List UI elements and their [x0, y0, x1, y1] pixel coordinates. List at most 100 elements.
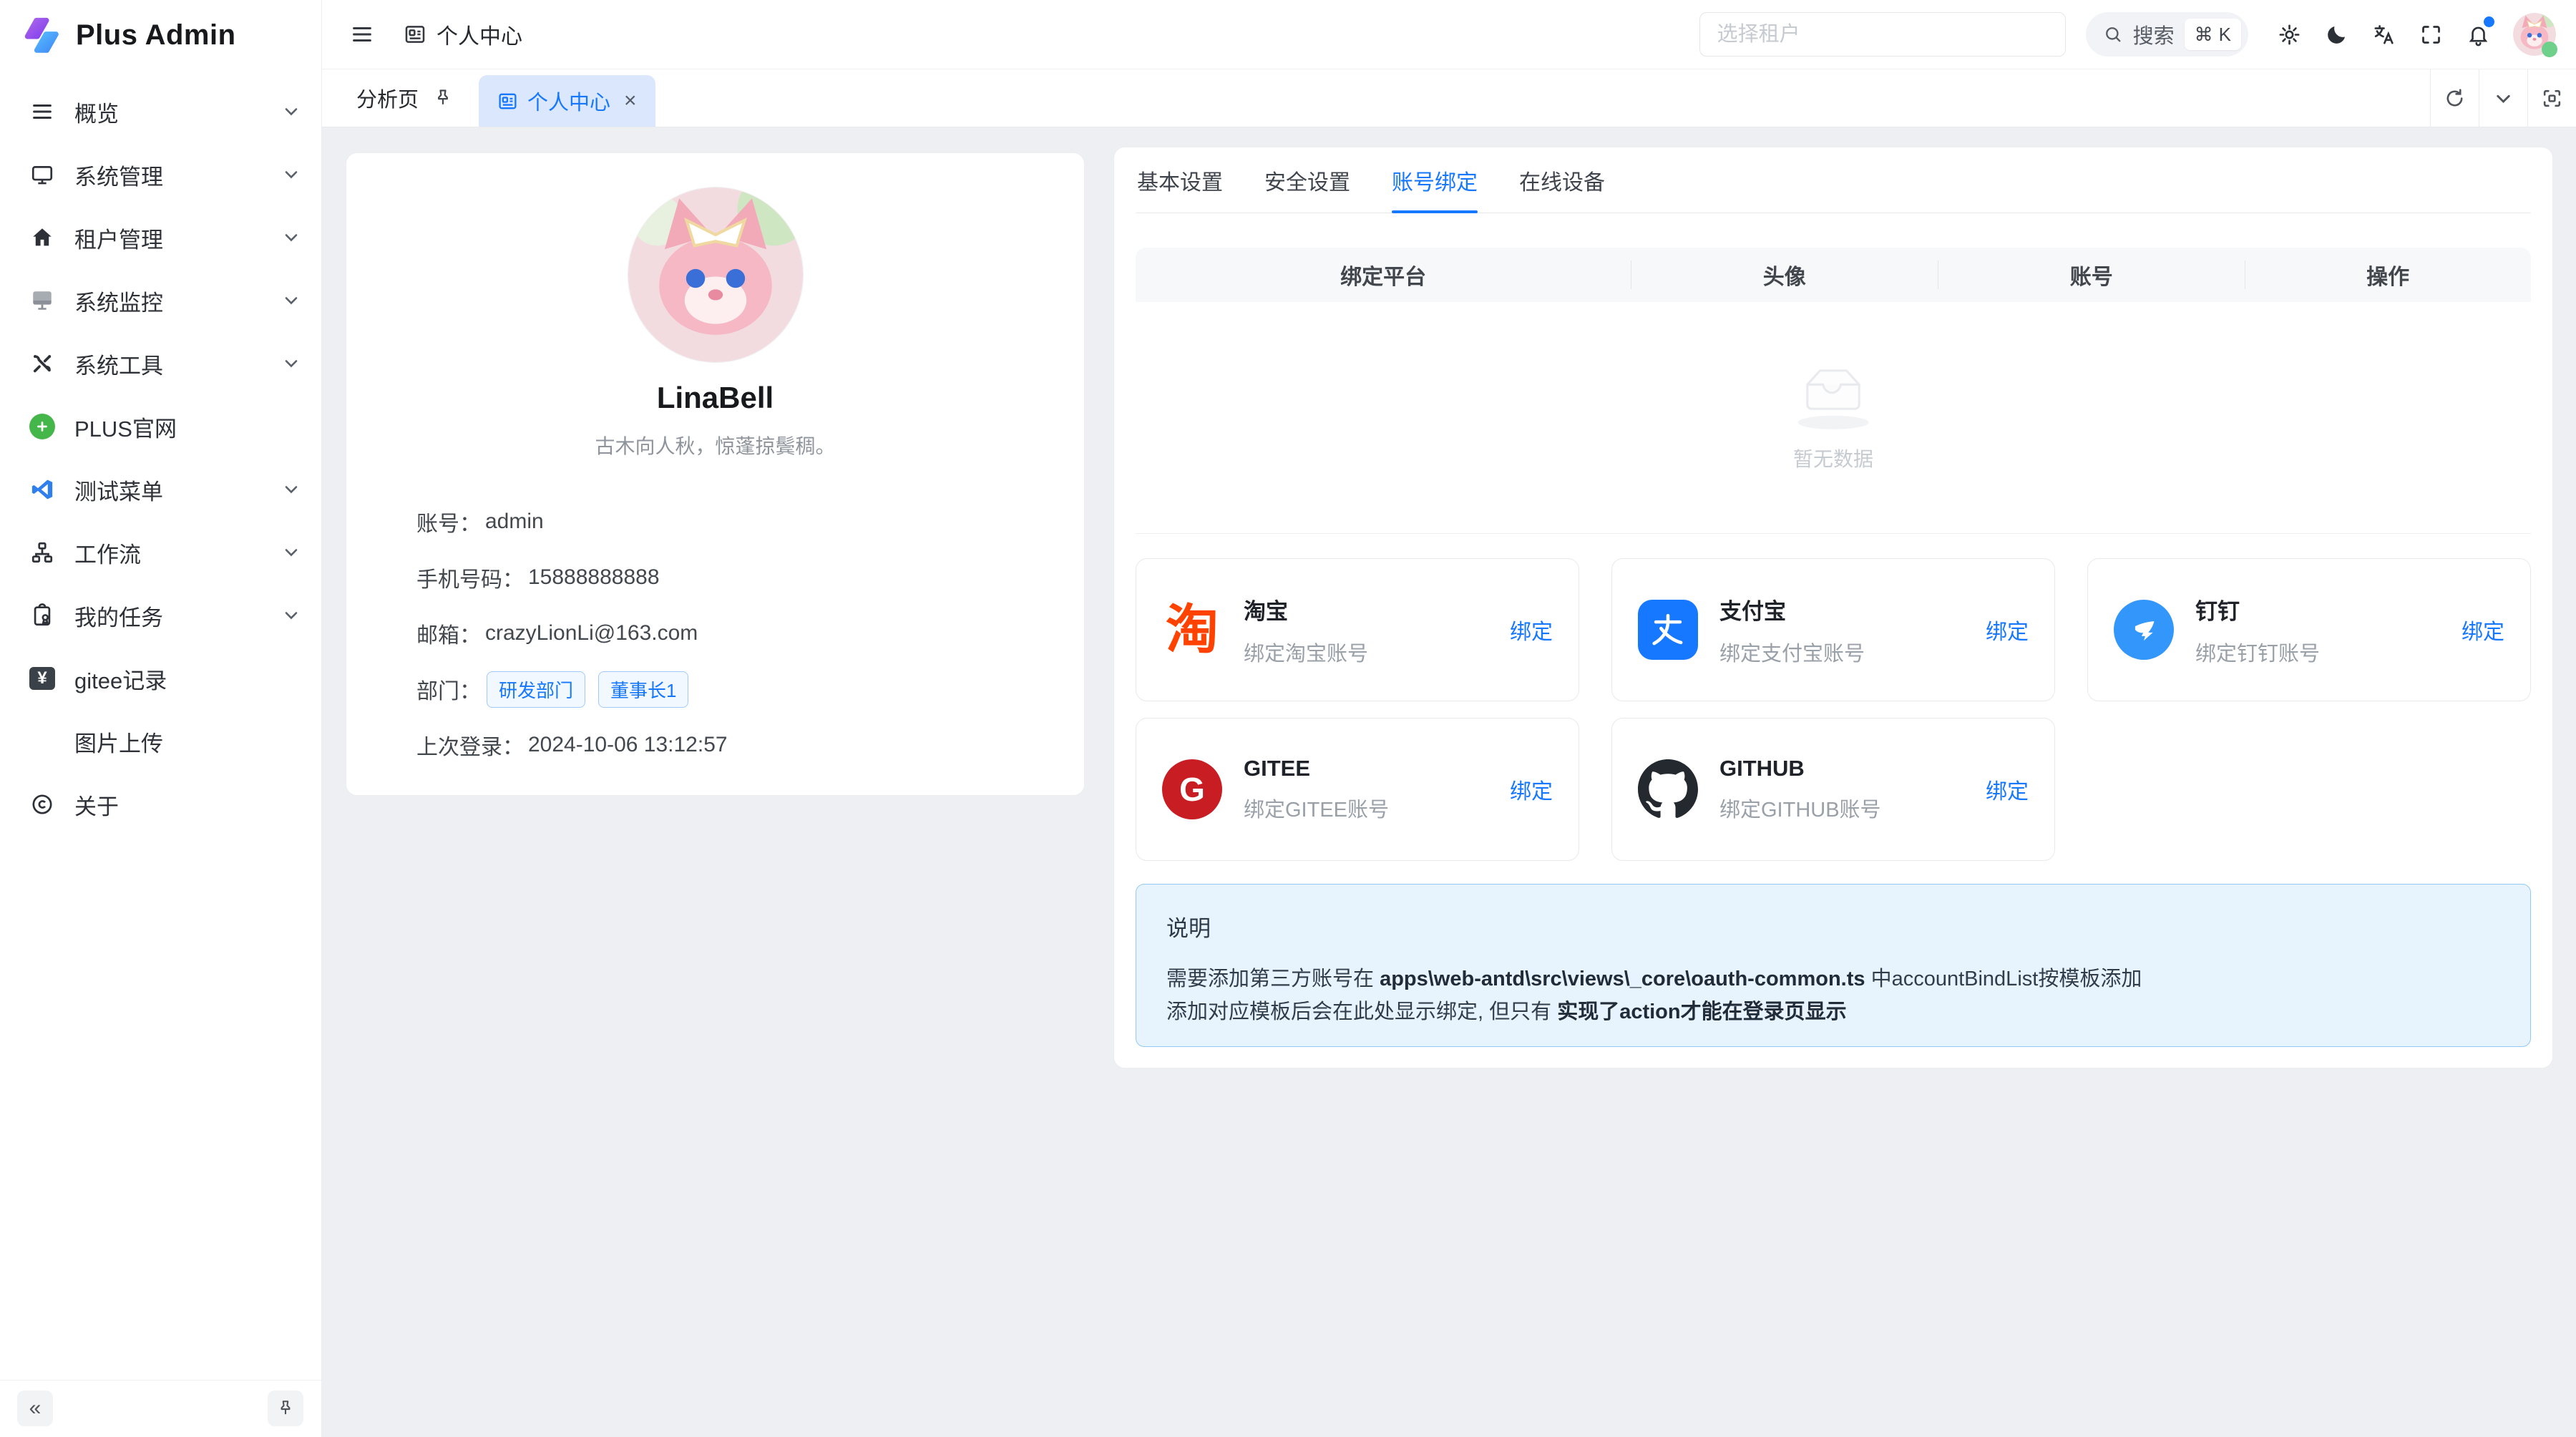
sidebar-item-about[interactable]: 关于	[0, 773, 321, 836]
settings-panel: 基本设置 安全设置 账号绑定 在线设备 绑定平台 头像 账号 操作 暂无数据	[1113, 147, 2553, 1068]
tab-label: 个人中心	[527, 86, 610, 116]
search-label: 搜索	[2133, 19, 2175, 49]
app-logo[interactable]: Plus Admin	[20, 14, 236, 56]
header: 个人中心 搜索 ⌘K	[322, 0, 2576, 69]
profile-card: LinaBell 古木向人秋，惊蓬掠鬓稠。 账号： admin 手机号码： 15…	[346, 152, 1085, 796]
tab-personal-center[interactable]: 个人中心 ×	[479, 75, 655, 127]
sidebar-item-label: 工作流	[74, 537, 141, 569]
pin-icon[interactable]	[433, 88, 453, 108]
binding-name: GITEE	[1244, 756, 1389, 781]
moon-icon	[2325, 23, 2348, 47]
sidebar-item-system-monitor[interactable]: 系统监控	[0, 269, 321, 332]
sidebar-pin-button[interactable]	[268, 1390, 303, 1426]
tab-basic-settings[interactable]: 基本设置	[1137, 147, 1223, 213]
language-button[interactable]	[2360, 11, 2407, 58]
notifications-button[interactable]	[2454, 11, 2502, 58]
tab-options-button[interactable]	[2479, 69, 2527, 127]
bind-alipay-link[interactable]: 绑定	[1986, 614, 2029, 646]
sidebar-item-workflow[interactable]: 工作流	[0, 521, 321, 584]
tab-analysis-page[interactable]: 分析页	[356, 83, 419, 113]
binding-name: 支付宝	[1719, 593, 1865, 625]
home-icon	[27, 223, 57, 253]
binding-desc: 绑定支付宝账号	[1719, 637, 1865, 667]
breadcrumb: 个人中心	[404, 19, 522, 50]
sidebar-footer: «	[0, 1380, 321, 1437]
profile-field-account: 账号： admin	[416, 494, 1048, 550]
sidebar-item-overview[interactable]: 概览	[0, 80, 321, 143]
monitor-icon	[27, 160, 57, 190]
theme-toggle-button[interactable]	[2313, 11, 2360, 58]
bind-github-link[interactable]: 绑定	[1986, 774, 2029, 805]
fullscreen-button[interactable]	[2407, 11, 2454, 58]
collapse-glyph: «	[29, 1396, 42, 1421]
sidebar-item-image-upload[interactable]: 图片上传	[0, 710, 321, 773]
note-line-2: 添加对应模板后会在此处显示绑定, 但只有 实现了action才能在登录页显示	[1166, 995, 2500, 1028]
sidebar-item-label: 图片上传	[74, 726, 163, 758]
department-tag: 董事长1	[598, 671, 688, 708]
sidebar-item-plus-website[interactable]: PLUS官网	[0, 395, 321, 458]
app-title: Plus Admin	[76, 19, 236, 52]
refresh-tab-button[interactable]	[2430, 69, 2479, 127]
tab-online-devices[interactable]: 在线设备	[1519, 147, 1605, 213]
tools-icon	[27, 349, 57, 379]
hamburger-icon	[350, 22, 374, 47]
chevron-down-icon	[281, 542, 301, 562]
tenant-select-input[interactable]	[1699, 12, 2066, 57]
settings-tabs: 基本设置 安全设置 账号绑定 在线设备	[1136, 147, 2531, 213]
sidebar-collapse-button[interactable]: «	[17, 1390, 53, 1426]
profile-avatar[interactable]	[628, 187, 803, 362]
sidebar-item-label: 系统工具	[74, 348, 163, 380]
sidebar-item-test-menu[interactable]: 测试菜单	[0, 458, 321, 521]
note-line-1: 需要添加第三方账号在 apps\web-antd\src\views\_core…	[1166, 963, 2500, 995]
chevron-down-icon	[281, 354, 301, 374]
maximize-icon	[2541, 87, 2563, 109]
taobao-icon: 淘	[1162, 600, 1222, 660]
binding-cards: 淘 淘宝 绑定淘宝账号 绑定 支付宝 绑定支付宝账号 绑定	[1136, 558, 2531, 861]
user-avatar[interactable]	[2513, 13, 2556, 56]
sidebar-item-tenant-management[interactable]: 租户管理	[0, 206, 321, 269]
empty-inbox-icon	[1790, 364, 1877, 432]
fullscreen-icon	[2419, 23, 2443, 47]
global-search-button[interactable]: 搜索 ⌘K	[2086, 12, 2248, 57]
sidebar-item-gitee-record[interactable]: ¥ gitee记录	[0, 647, 321, 710]
binding-desc: 绑定钉钉账号	[2195, 637, 2320, 667]
sidebar-item-label: 测试菜单	[74, 474, 163, 506]
alipay-icon	[1638, 600, 1698, 660]
close-icon[interactable]: ×	[624, 90, 637, 112]
binding-card-gitee: G GITEE 绑定GITEE账号 绑定	[1136, 718, 1579, 861]
profile-fields: 账号： admin 手机号码： 15888888888 邮箱： crazyLio…	[416, 494, 1048, 773]
settings-button[interactable]	[2265, 11, 2313, 58]
binding-card-taobao: 淘 淘宝 绑定淘宝账号 绑定	[1136, 558, 1579, 701]
vscode-icon	[27, 474, 57, 505]
gear-icon	[2278, 23, 2301, 47]
sidebar-toggle-button[interactable]	[342, 14, 382, 54]
bind-taobao-link[interactable]: 绑定	[1510, 614, 1553, 646]
empty-text: 暂无数据	[1793, 444, 1873, 472]
chevron-down-icon	[2492, 87, 2514, 109]
online-status-dot	[2542, 42, 2557, 57]
tab-security-settings[interactable]: 安全设置	[1264, 147, 1350, 213]
binding-desc: 绑定GITHUB账号	[1719, 793, 1881, 823]
sidebar-item-system-management[interactable]: 系统管理	[0, 143, 321, 206]
note-title: 说明	[1166, 910, 2500, 942]
chevron-down-icon	[281, 228, 301, 248]
bind-dingtalk-link[interactable]: 绑定	[2462, 614, 2504, 646]
breadcrumb-text: 个人中心	[436, 19, 522, 50]
sidebar-item-label: 租户管理	[74, 222, 163, 254]
maximize-content-button[interactable]	[2527, 69, 2576, 127]
department-tag: 研发部门	[487, 671, 585, 708]
menu-lines-icon	[27, 97, 57, 127]
binding-name: 淘宝	[1244, 593, 1368, 625]
sidebar-item-my-tasks[interactable]: 我的任务	[0, 584, 321, 647]
tab-account-binding[interactable]: 账号绑定	[1392, 147, 1478, 213]
sidebar: Plus Admin 概览 系统管理 租户管理 系统监控	[0, 0, 322, 1437]
search-shortcut-badge: ⌘K	[2185, 19, 2241, 50]
plus-circle-icon	[27, 411, 57, 442]
notification-dot	[2484, 16, 2494, 27]
binding-desc: 绑定GITEE账号	[1244, 793, 1389, 823]
pin-icon	[276, 1399, 295, 1418]
bind-gitee-link[interactable]: 绑定	[1510, 774, 1553, 805]
column-header-avatar: 头像	[1631, 248, 1938, 302]
sidebar-item-system-tools[interactable]: 系统工具	[0, 332, 321, 395]
avatar-image	[628, 187, 803, 362]
